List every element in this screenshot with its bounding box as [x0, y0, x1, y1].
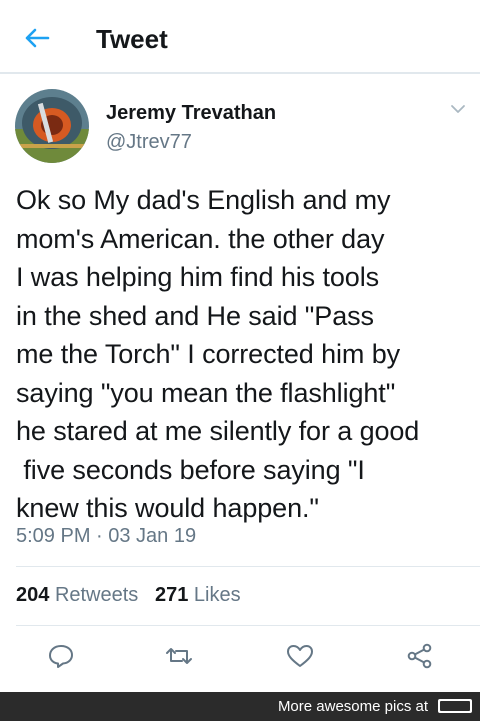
- tweet-text-line: knew this would happen.": [16, 493, 319, 523]
- arrow-left-icon[interactable]: [24, 27, 50, 49]
- watermark-text: More awesome pics at: [277, 698, 428, 715]
- likes-stat[interactable]: 271 Likes: [155, 584, 241, 606]
- page-title: Tweet: [96, 24, 168, 54]
- tweet-text-line: saying "you mean the flashlight": [16, 377, 396, 408]
- tweet-text-line: he stared at me silently for a good: [16, 416, 420, 446]
- tweet-text-line: Ok so My dad's English and my: [16, 185, 391, 215]
- retweet-icon[interactable]: [165, 643, 193, 669]
- tweet-text-line: in the shed and He said "Pass: [16, 300, 374, 331]
- tweet-text-line: I was helping him find his tools: [16, 262, 379, 292]
- author-name[interactable]: Jeremy Trevathan: [106, 102, 276, 125]
- tweet-text-line: me the Torch" I corrected him by: [16, 339, 401, 369]
- watermark-bar: More awesome pics at: [0, 692, 480, 721]
- watermark-logo: [438, 697, 472, 720]
- tweet-timestamp: 5:09 PM · 03 Jan 19: [16, 525, 197, 547]
- reply-icon[interactable]: [47, 643, 75, 669]
- divider: [16, 625, 480, 626]
- retweets-stat[interactable]: 204 Retweets: [16, 584, 138, 606]
- divider: [16, 566, 480, 567]
- tweet-text: Ok so My dad's English and my mom's Amer…: [16, 181, 476, 528]
- avatar[interactable]: [15, 89, 89, 163]
- chevron-down-icon[interactable]: [450, 103, 466, 115]
- share-icon[interactable]: [406, 643, 434, 669]
- tweet-text-line: five seconds before saying "I: [16, 454, 365, 485]
- likes-count: 271: [154, 584, 189, 606]
- retweets-label: Retweets: [54, 584, 139, 606]
- like-icon[interactable]: [286, 643, 314, 669]
- tweet-text-line: mom's American. the other day: [16, 223, 385, 254]
- likes-label: Likes: [193, 584, 241, 606]
- engagement-stats: 204 Retweets 271 Likes: [16, 584, 241, 607]
- author-handle[interactable]: @Jtrev77: [106, 131, 192, 154]
- top-bar: Tweet: [0, 0, 480, 74]
- retweets-count: 204: [16, 584, 50, 606]
